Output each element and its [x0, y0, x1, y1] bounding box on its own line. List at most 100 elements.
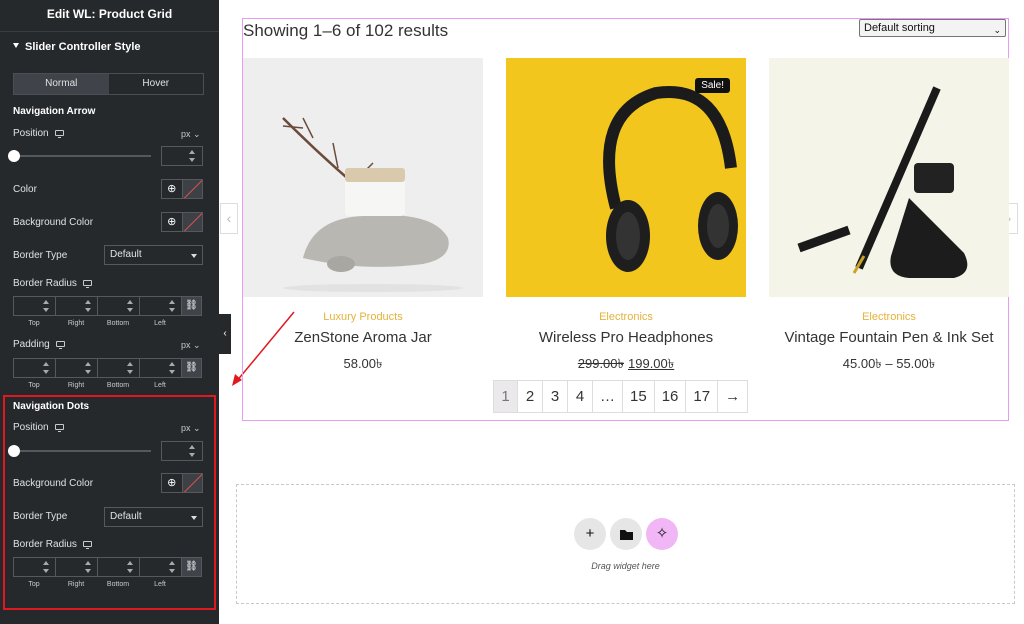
- chevron-down-icon: [191, 516, 197, 520]
- desktop-icon[interactable]: [55, 341, 65, 349]
- dots-border-radius-dims: ⛓: [13, 557, 204, 577]
- tab-normal[interactable]: Normal: [14, 74, 109, 94]
- dim-top-input[interactable]: [13, 296, 55, 316]
- product-name[interactable]: Vintage Fountain Pen & Ink Set: [769, 329, 1009, 346]
- product-name[interactable]: Wireless Pro Headphones: [506, 329, 746, 346]
- spinner-icon[interactable]: [189, 150, 197, 162]
- padding-unit[interactable]: px ⌄: [181, 340, 201, 351]
- tab-hover[interactable]: Hover: [109, 74, 204, 94]
- product-price: 299.00৳ 199.00৳: [506, 355, 746, 376]
- product-price: 58.00৳: [343, 356, 383, 371]
- dim-top-input[interactable]: [13, 358, 55, 378]
- color-swatch[interactable]: [182, 213, 202, 231]
- spinner-icon[interactable]: [43, 561, 51, 573]
- desktop-icon[interactable]: [54, 424, 64, 432]
- dim-left-input[interactable]: [139, 358, 181, 378]
- select-value: Default: [110, 511, 142, 522]
- product-name[interactable]: ZenStone Aroma Jar: [243, 329, 483, 346]
- spinner-icon[interactable]: [85, 300, 93, 312]
- desktop-icon[interactable]: [54, 130, 64, 138]
- spinner-icon[interactable]: [189, 445, 197, 457]
- old-price: 299.00৳: [577, 356, 624, 371]
- dim-label-right: Right: [67, 581, 85, 588]
- dim-right-input[interactable]: [55, 358, 97, 378]
- page-current[interactable]: 1: [493, 380, 518, 413]
- globe-icon[interactable]: ⊕: [162, 474, 183, 492]
- arrow-position-slider[interactable]: [13, 155, 151, 157]
- product-category[interactable]: Electronics: [769, 311, 1009, 323]
- dim-bottom-input[interactable]: [97, 557, 139, 577]
- section-header[interactable]: Slider Controller Style: [13, 41, 141, 53]
- page-link[interactable]: 3: [543, 380, 568, 413]
- arrow-position-input[interactable]: [161, 146, 203, 166]
- plus-icon[interactable]: +: [574, 518, 606, 550]
- spinner-icon[interactable]: [127, 561, 135, 573]
- dots-position-input[interactable]: [161, 441, 203, 461]
- dim-bottom-input[interactable]: [97, 358, 139, 378]
- globe-icon[interactable]: ⊕: [162, 180, 183, 198]
- product-image[interactable]: [769, 58, 1009, 297]
- slider-prev-arrow[interactable]: ‹: [220, 203, 238, 234]
- arrow-color-control[interactable]: ⊕: [161, 179, 203, 199]
- color-swatch[interactable]: [182, 474, 202, 492]
- dots-bg-color-control[interactable]: ⊕: [161, 473, 203, 493]
- product-image[interactable]: Sale!: [506, 58, 746, 297]
- folder-glyph: [620, 530, 633, 540]
- color-swatch[interactable]: [182, 180, 202, 198]
- spinner-icon[interactable]: [127, 300, 135, 312]
- spinner-icon[interactable]: [43, 300, 51, 312]
- drop-zone[interactable]: + ✧ Drag widget here: [236, 484, 1015, 604]
- product-category[interactable]: Electronics: [506, 311, 746, 323]
- dots-position-unit[interactable]: px ⌄: [181, 423, 201, 434]
- panel-title: Edit WL: Product Grid: [0, 0, 219, 32]
- link-icon[interactable]: ⛓: [181, 358, 202, 378]
- arrow-position-unit[interactable]: px ⌄: [181, 129, 201, 140]
- dots-position-knob[interactable]: [8, 445, 20, 457]
- folder-icon[interactable]: [610, 518, 642, 550]
- desktop-icon[interactable]: [82, 541, 92, 549]
- page-link[interactable]: 16: [654, 380, 687, 413]
- dim-right-input[interactable]: [55, 296, 97, 316]
- arrow-position-label: Position: [13, 128, 64, 139]
- dots-position-slider[interactable]: [13, 450, 151, 452]
- state-tabs: Normal Hover: [13, 73, 204, 95]
- caret-down-icon: [13, 43, 19, 48]
- drop-zone-text: Drag widget here: [591, 561, 660, 571]
- section-title: Slider Controller Style: [25, 41, 141, 53]
- next-page-button[interactable]: →: [718, 380, 749, 413]
- arrow-bg-color-control[interactable]: ⊕: [161, 212, 203, 232]
- spinner-icon[interactable]: [169, 561, 177, 573]
- dots-position-text: Position: [13, 422, 49, 433]
- page-link[interactable]: 4: [568, 380, 593, 413]
- page-link[interactable]: 15: [623, 380, 655, 413]
- link-icon[interactable]: ⛓: [181, 557, 202, 577]
- spinner-icon[interactable]: [127, 362, 135, 374]
- arrow-border-type-select[interactable]: Default: [104, 245, 203, 265]
- dim-top-input[interactable]: [13, 557, 55, 577]
- spinner-icon[interactable]: [43, 362, 51, 374]
- dim-left-input[interactable]: [139, 557, 181, 577]
- dim-left-input[interactable]: [139, 296, 181, 316]
- link-icon[interactable]: ⛓: [181, 296, 202, 316]
- spinner-icon[interactable]: [85, 362, 93, 374]
- desktop-icon[interactable]: [82, 280, 92, 288]
- sort-select[interactable]: Default sorting ⌄: [859, 19, 1006, 37]
- arrow-unit-text: px: [181, 129, 191, 139]
- product-category[interactable]: Luxury Products: [243, 311, 483, 323]
- globe-icon[interactable]: ⊕: [162, 213, 183, 231]
- arrow-position-knob[interactable]: [8, 150, 20, 162]
- dots-border-type-select[interactable]: Default: [104, 507, 203, 527]
- page-ellipsis: …: [593, 380, 623, 413]
- spinner-icon[interactable]: [169, 362, 177, 374]
- arrow-bg-color-label: Background Color: [13, 217, 94, 228]
- select-value: Default: [110, 249, 142, 260]
- page-link[interactable]: 17: [686, 380, 719, 413]
- spinner-icon[interactable]: [169, 300, 177, 312]
- dim-right-input[interactable]: [55, 557, 97, 577]
- product-image[interactable]: [243, 58, 483, 297]
- page-link[interactable]: 2: [518, 380, 543, 413]
- spinner-icon[interactable]: [85, 561, 93, 573]
- dots-position-label: Position: [13, 422, 64, 433]
- dim-bottom-input[interactable]: [97, 296, 139, 316]
- ai-sparkle-icon[interactable]: ✧: [646, 518, 678, 550]
